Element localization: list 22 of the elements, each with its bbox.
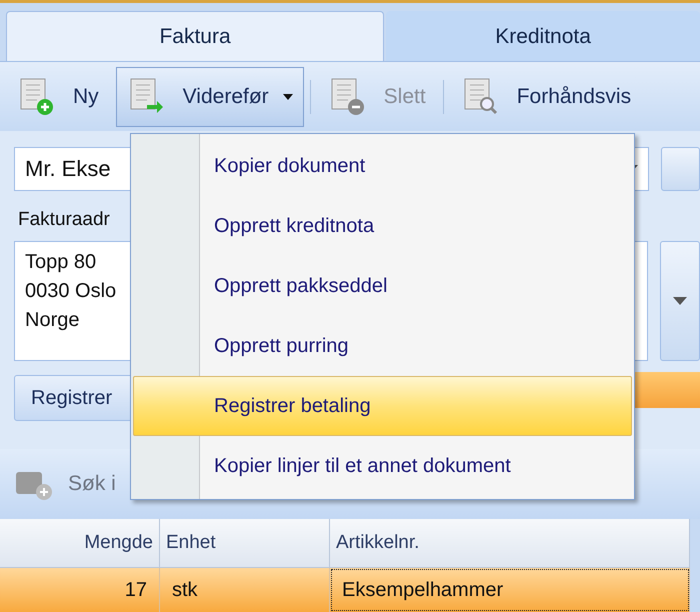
column-header[interactable]: Enhet	[160, 519, 330, 568]
menu-item[interactable]: Kopier dokument	[133, 137, 632, 197]
column-header[interactable]: Mengde	[0, 519, 160, 568]
table-cell: 17	[0, 568, 160, 612]
menu-item[interactable]: Opprett kreditnota	[133, 196, 632, 257]
toolbar-button[interactable]: Viderefør	[116, 66, 304, 126]
table-cell: Eksempelhammer	[330, 568, 690, 612]
tab[interactable]: Faktura	[6, 11, 384, 61]
toolbar-button[interactable]: Forhåndsvis	[450, 66, 642, 126]
toolbar-button[interactable]: Ny	[6, 66, 110, 126]
caret-icon	[673, 297, 688, 305]
column-header[interactable]: Artikkelnr.	[330, 519, 690, 568]
contact-button[interactable]	[660, 147, 700, 191]
menu-item[interactable]: Opprett pakkseddel	[133, 256, 632, 316]
menu-item[interactable]: Opprett purring	[133, 316, 632, 376]
caret-icon	[282, 94, 293, 100]
tab[interactable]: Kreditnota	[386, 11, 700, 61]
table-cell: stk	[160, 568, 330, 612]
menu-item[interactable]: Registrer betaling	[133, 376, 632, 436]
menu-item[interactable]: Kopier linjer til et annet dokument	[133, 436, 632, 496]
dropdown-button[interactable]	[660, 241, 700, 361]
address-label: Fakturaadr	[18, 209, 110, 231]
